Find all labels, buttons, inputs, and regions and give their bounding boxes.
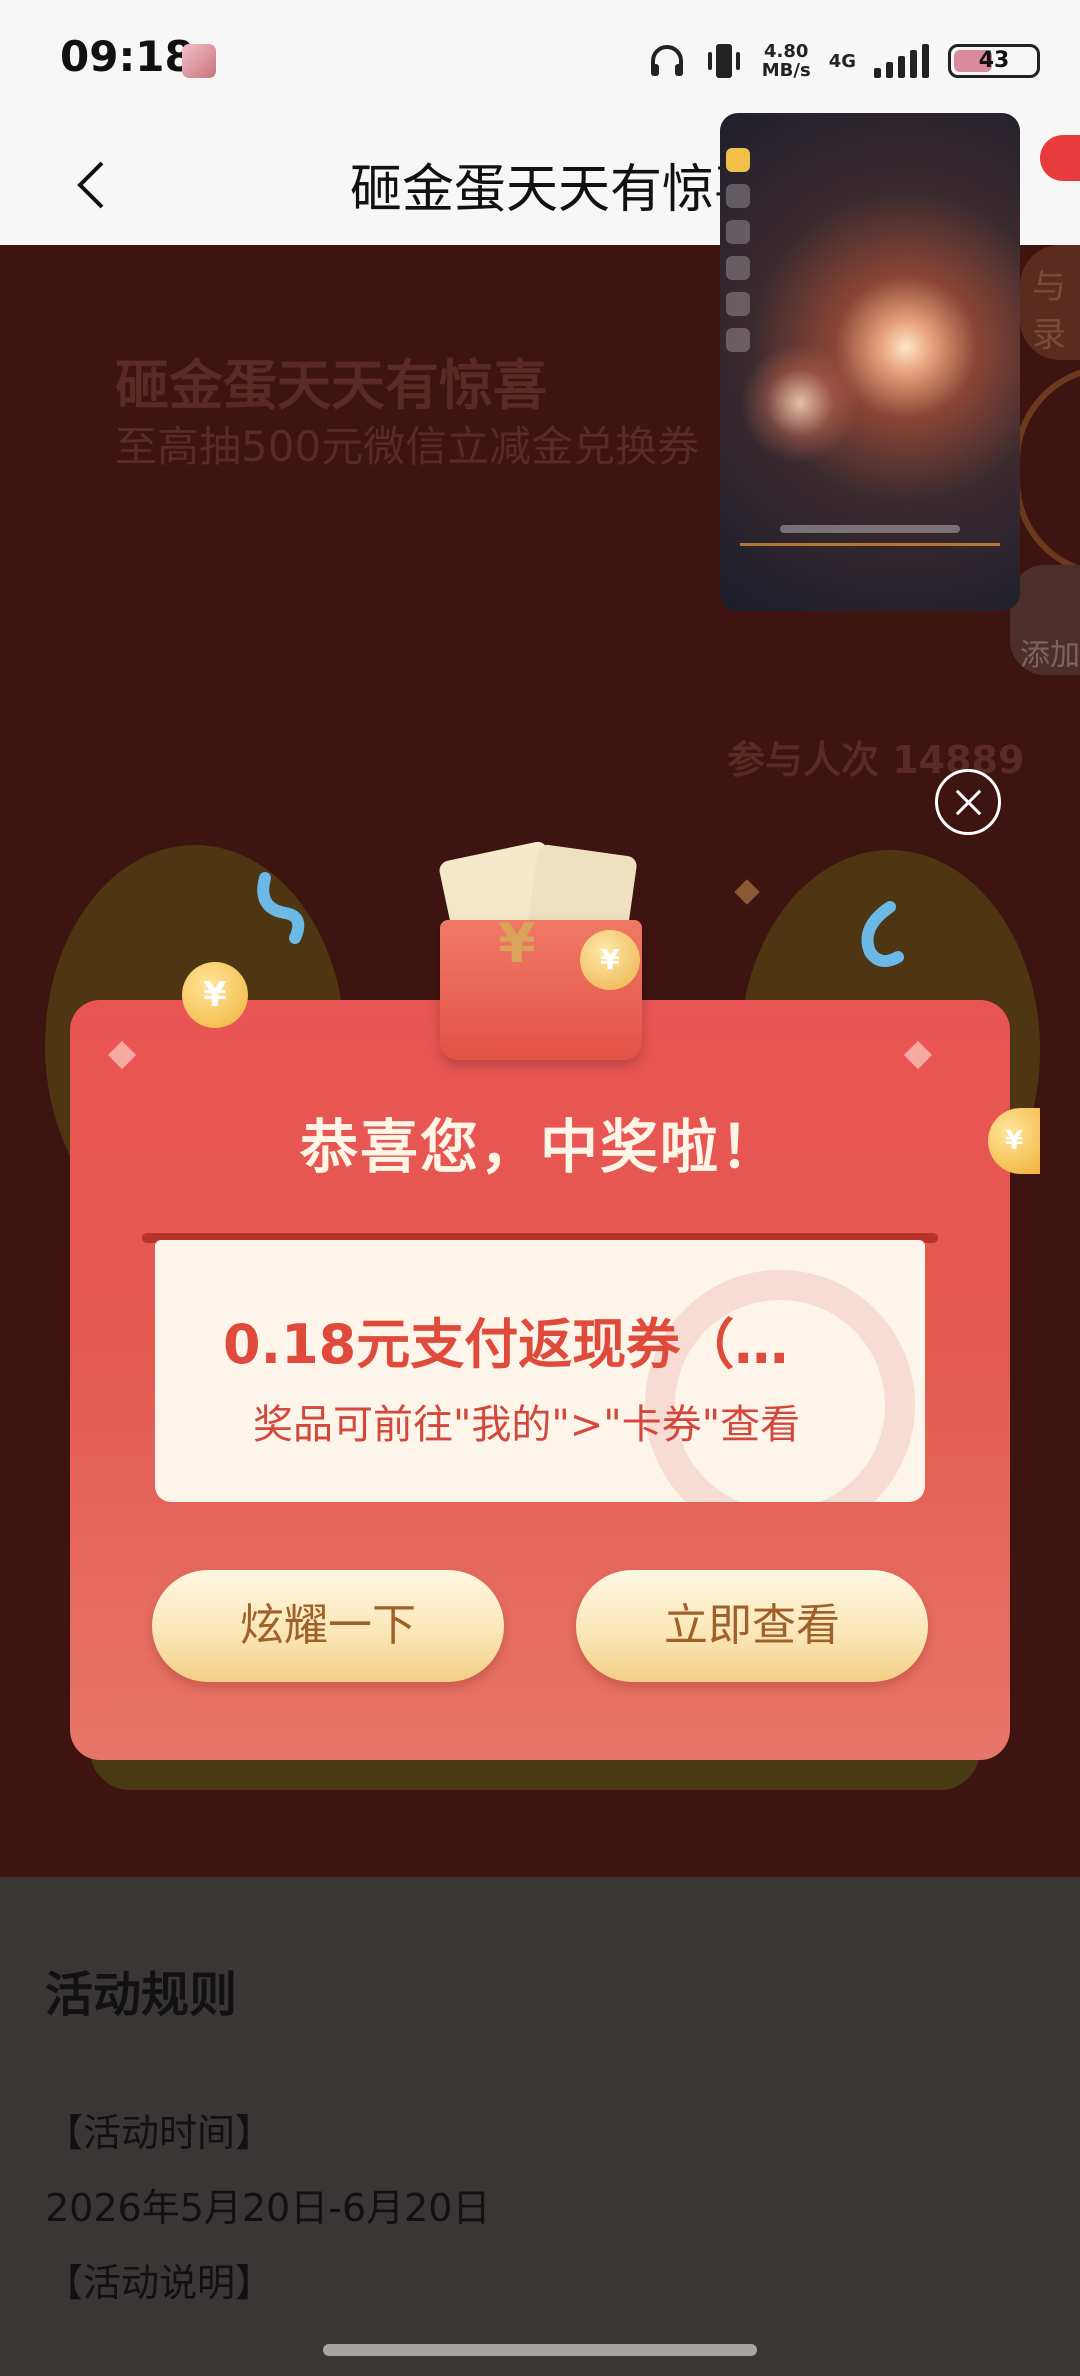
mini-app-icon[interactable]	[726, 148, 750, 172]
rules-title: 活动规则	[45, 1967, 238, 2023]
rules-time-value: 2026年5月20日-6月20日	[45, 2186, 491, 2230]
battery-level: 43	[978, 48, 1010, 73]
status-time: 09:18	[60, 32, 194, 81]
close-modal-button[interactable]	[935, 769, 1001, 835]
back-arrow-icon[interactable]	[64, 155, 124, 215]
prize-card: 0.18元支付返现券（… 奖品可前往"我的">"卡券"查看	[155, 1240, 925, 1502]
prize-modal: 恭喜您，中奖啦！ 0.18元支付返现券（… 奖品可前往"我的">"卡券"查看 炫…	[70, 1000, 1010, 1760]
view-now-button[interactable]: 立即查看	[576, 1570, 928, 1682]
red-envelope-icon: ¥ ¥	[437, 839, 642, 1070]
status-bar: 09:18 4.80 MB/s 4G 43	[0, 0, 1080, 125]
mini-home-icon[interactable]	[726, 184, 750, 208]
battery-icon: 43	[948, 44, 1040, 78]
mini-player-menu	[726, 148, 754, 352]
add-label[interactable]: 添加	[1020, 630, 1080, 674]
status-icons: 4.80 MB/s 4G 43	[648, 36, 1040, 86]
yen-icon: ¥	[498, 912, 536, 975]
mini-user-icon[interactable]	[726, 220, 750, 244]
network-speed-value: 4.80	[764, 41, 809, 62]
record-side-tab[interactable]: 与录	[1020, 245, 1080, 360]
menu-badge[interactable]	[1040, 135, 1080, 181]
mini-progress-bar	[740, 543, 1000, 566]
banner-title: 砸金蛋天天有惊喜	[115, 354, 547, 417]
network-speed-unit: MB/s	[761, 60, 811, 81]
page-title: 砸金蛋天天有惊喜	[350, 160, 767, 220]
floating-video-window[interactable]	[720, 113, 1020, 611]
rules-desc-heading: 【活动说明】	[45, 2261, 274, 2305]
network-speed: 4.80 MB/s	[762, 42, 811, 80]
banner-subtitle: 至高抽500元微信立减金兑换券	[115, 422, 700, 471]
coin-icon: ¥	[580, 930, 640, 990]
diamond-decoration	[107, 1040, 137, 1070]
home-indicator[interactable]	[323, 2344, 757, 2356]
notification-avatar-icon	[182, 44, 216, 78]
mini-caption-text	[780, 525, 960, 533]
mini-download-icon[interactable]	[726, 328, 750, 352]
mini-settings-icon[interactable]	[726, 292, 750, 316]
signal-icon	[874, 44, 930, 78]
rules-time-heading: 【活动时间】	[45, 2111, 274, 2155]
network-type: 4G	[828, 50, 856, 72]
confetti-left-icon	[257, 872, 305, 944]
headphone-icon	[650, 45, 683, 76]
prize-note: 奖品可前往"我的">"卡券"查看	[253, 1402, 801, 1448]
diamond-decoration	[903, 1040, 933, 1070]
rules-section: 活动规则 【活动时间】 2026年5月20日-6月20日 【活动说明】	[0, 1877, 1080, 2376]
decor-ring	[1014, 365, 1080, 577]
mini-sound-icon[interactable]	[726, 256, 750, 280]
vibrate-icon	[707, 44, 740, 78]
modal-title: 恭喜您，中奖啦！	[299, 1113, 780, 1181]
prize-name: 0.18元支付返现券（…	[223, 1313, 789, 1376]
coin-icon: ¥	[182, 962, 248, 1028]
confetti-right-icon	[861, 901, 904, 967]
share-button[interactable]: 炫耀一下	[152, 1570, 504, 1682]
